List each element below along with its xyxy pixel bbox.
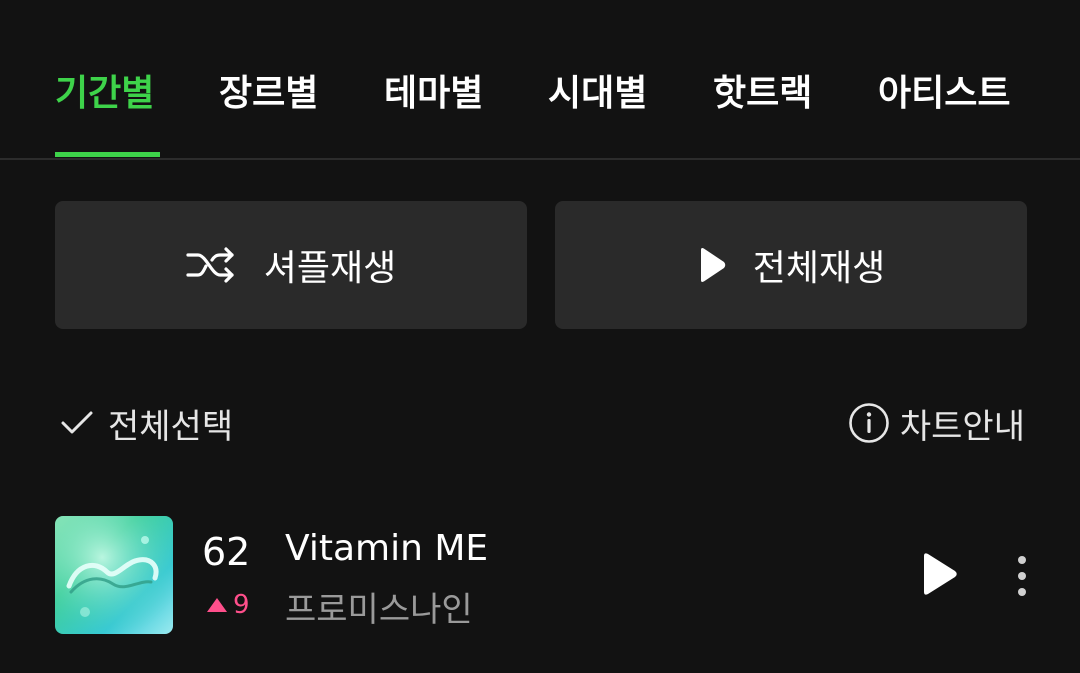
rank-change-value: 9 [233,590,250,620]
song-play-button[interactable] [918,552,960,596]
tab-genre[interactable]: 장르별 [219,66,318,126]
play-all-button[interactable]: 전체재생 [555,201,1027,329]
more-options-button[interactable] [1008,554,1036,598]
category-tabs: 기간별 장르별 테마별 시대별 핫트랙 아티스트 [0,0,1080,160]
play-icon [918,553,960,600]
check-icon [60,409,94,437]
rank-change: 9 [205,590,250,620]
select-all-label: 전체선택 [108,406,234,447]
song-title[interactable]: Vitamin ME [285,528,488,569]
active-tab-indicator [55,152,160,157]
tab-theme[interactable]: 테마별 [384,66,483,126]
play-icon [697,247,727,283]
tab-artist[interactable]: 아티스트 [878,66,1010,126]
rank-up-icon [205,596,229,614]
song-row[interactable]: 62 9 Vitamin ME 프로미스나인 [0,510,1080,640]
info-icon [848,402,890,444]
tab-era[interactable]: 시대별 [548,66,647,126]
select-all-button[interactable]: 전체선택 [60,398,233,448]
more-vertical-icon [1008,556,1036,602]
shuffle-play-label: 셔플재생 [263,248,397,289]
shuffle-play-button[interactable]: 셔플재생 [55,201,527,329]
chart-info-label: 차트안내 [899,406,1025,447]
album-cover[interactable] [55,516,173,634]
chart-rank: 62 [202,530,251,574]
play-all-label: 전체재생 [752,248,886,289]
tab-period[interactable]: 기간별 [55,66,154,126]
album-cover-art [55,516,173,634]
shuffle-icon [186,247,238,283]
chart-info-button[interactable]: 차트안내 [848,398,1025,448]
chart-page: 기간별 장르별 테마별 시대별 핫트랙 아티스트 셔플재생 전체재생 전체선택 … [0,0,1080,673]
song-artist[interactable]: 프로미스나인 [285,582,473,631]
tab-hot-track[interactable]: 핫트랙 [713,66,812,126]
